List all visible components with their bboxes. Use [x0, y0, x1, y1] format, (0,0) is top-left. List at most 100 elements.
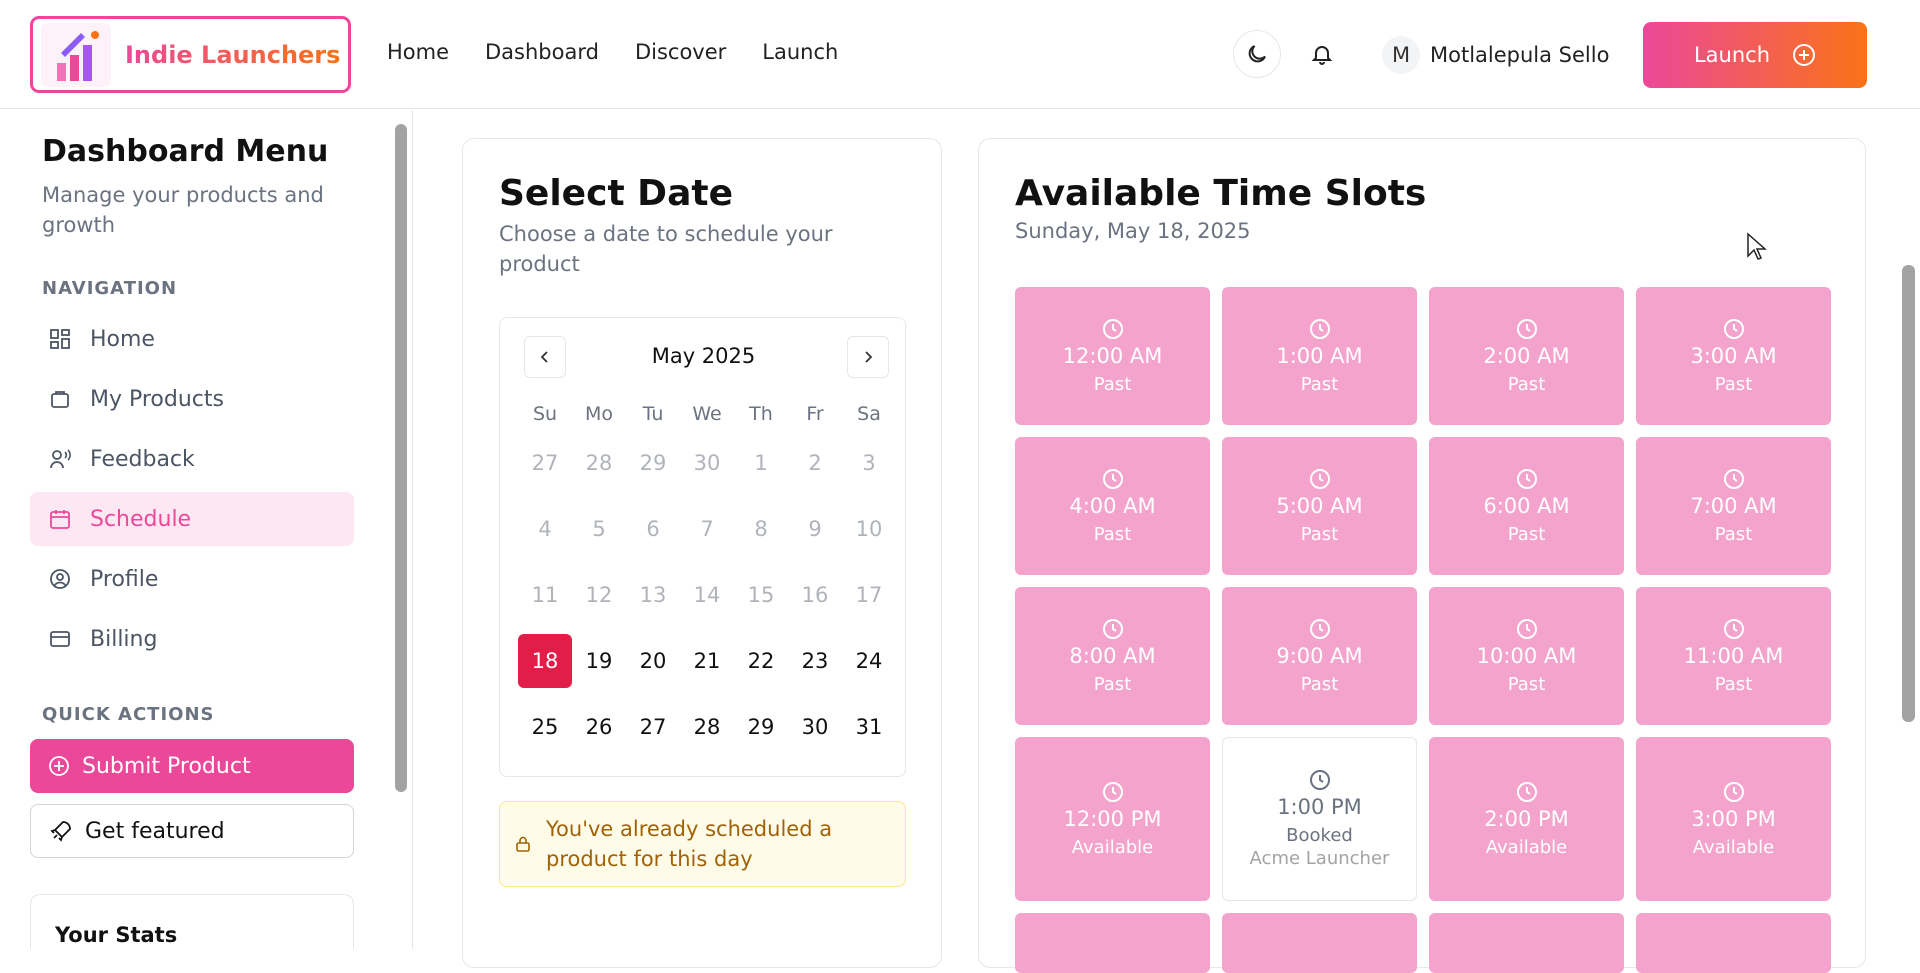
user-name: Motlalepula Sello [1430, 43, 1610, 67]
sidebar-item-label: Home [90, 326, 155, 352]
time-slot[interactable]: 11:00 AM Past [1636, 587, 1831, 725]
top-bar: Indie Launchers Home Dashboard Discover … [0, 0, 1920, 109]
calendar-day[interactable]: 19 [572, 649, 626, 673]
calendar-day[interactable]: 25 [518, 715, 572, 739]
theme-toggle-button[interactable] [1233, 30, 1281, 78]
time-slot[interactable]: 12:00 AM Past [1015, 287, 1210, 425]
calendar-day[interactable]: 27 [626, 715, 680, 739]
get-featured-label: Get featured [85, 818, 225, 844]
time-slot[interactable]: 4:00 AM Past [1015, 437, 1210, 575]
time-slot[interactable]: 3:00 AM Past [1636, 287, 1831, 425]
get-featured-button[interactable]: Get featured [30, 804, 354, 858]
clock-icon [1723, 618, 1744, 639]
calendar-day[interactable]: 29 [734, 715, 788, 739]
sidebar-item-profile[interactable]: Profile [30, 552, 354, 606]
sidebar-item-billing[interactable]: Billing [30, 612, 354, 666]
time-slot[interactable]: 5:00 AM Past [1222, 437, 1417, 575]
brand-logo[interactable]: Indie Launchers [30, 16, 351, 93]
slot-time: 9:00 AM [1276, 643, 1363, 668]
weekday: Tu [642, 403, 664, 425]
launch-button[interactable]: Launch [1643, 22, 1867, 88]
sidebar-item-my-products[interactable]: My Products [30, 372, 354, 426]
time-slot[interactable]: 7:00 AM Past [1636, 437, 1831, 575]
page-scrollbar[interactable] [1902, 265, 1915, 722]
sidebar-item-schedule[interactable]: Schedule [30, 492, 354, 546]
slot-time: 4:00 AM [1069, 493, 1156, 518]
clock-icon [1309, 468, 1330, 489]
nav-home[interactable]: Home [387, 40, 449, 64]
time-slot[interactable] [1636, 913, 1831, 973]
calendar-day: 5 [592, 517, 606, 541]
select-date-subtitle: Choose a date to schedule your product [499, 222, 833, 276]
chevron-right-icon [865, 351, 873, 363]
sidebar-item-label: Billing [90, 626, 158, 652]
calendar-month: May 2025 [651, 344, 756, 368]
nav-launch[interactable]: Launch [762, 40, 838, 64]
time-slots-card: Available Time Slots Sunday, May 18, 202… [978, 138, 1866, 973]
user-voice-icon [48, 447, 72, 471]
calendar-day: 1 [754, 451, 768, 475]
notifications-button[interactable] [1298, 30, 1346, 78]
time-slot-available[interactable]: 12:00 PM Available [1015, 737, 1210, 901]
slot-time: 1:00 AM [1276, 343, 1363, 368]
calendar-day[interactable]: 26 [572, 715, 626, 739]
time-slot-available[interactable]: 2:00 PM Available [1429, 737, 1624, 901]
plus-circle-icon [49, 756, 69, 776]
calendar-day[interactable]: 24 [842, 649, 896, 673]
avatar: M [1382, 36, 1420, 74]
calendar-day[interactable]: 20 [626, 649, 680, 673]
calendar-day: 8 [754, 517, 768, 541]
time-slot[interactable]: 10:00 AM Past [1429, 587, 1624, 725]
calendar-day[interactable]: 22 [734, 649, 788, 673]
calendar: May 2025 Su Mo Tu We Th Fr Sa 27 28 29 3… [499, 317, 906, 777]
calendar-week: 11 12 13 14 15 16 17 [518, 562, 896, 628]
time-slot[interactable]: 2:00 AM Past [1429, 287, 1624, 425]
time-slot[interactable]: 9:00 AM Past [1222, 587, 1417, 725]
calendar-day[interactable]: 31 [842, 715, 896, 739]
time-slot[interactable] [1222, 913, 1417, 973]
submit-product-button[interactable]: Submit Product [30, 739, 354, 793]
sidebar-subtitle: Manage your products and growth [42, 183, 324, 237]
sidebar-item-home[interactable]: Home [30, 312, 354, 366]
calendar-day[interactable]: 28 [680, 715, 734, 739]
select-date-card: Select Date Choose a date to schedule yo… [462, 138, 942, 968]
calendar-day[interactable]: 30 [788, 715, 842, 739]
calendar-grid: Su Mo Tu We Th Fr Sa 27 28 29 30 1 2 3 4… [518, 398, 896, 760]
time-slot[interactable] [1015, 913, 1210, 973]
slot-status: Available [1071, 836, 1154, 858]
nav-dashboard[interactable]: Dashboard [485, 40, 599, 64]
calendar-day: 10 [855, 517, 883, 541]
slot-status: Past [1093, 373, 1132, 395]
slot-time: 7:00 AM [1690, 493, 1777, 518]
main-nav: Home Dashboard Discover Launch [387, 40, 874, 64]
nav-discover[interactable]: Discover [635, 40, 726, 64]
sidebar-item-label: My Products [90, 386, 224, 412]
clock-icon [1516, 781, 1537, 802]
slot-time: 3:00 PM [1691, 806, 1776, 831]
time-slot-available[interactable]: 3:00 PM Available [1636, 737, 1831, 901]
sidebar-title: Dashboard Menu [42, 134, 329, 169]
clock-icon [1102, 468, 1123, 489]
calendar-day[interactable]: 23 [788, 649, 842, 673]
already-scheduled-notice: You've already scheduled a product for t… [499, 801, 906, 887]
calendar-day: 17 [855, 583, 883, 607]
time-slot[interactable] [1429, 913, 1624, 973]
sidebar-item-feedback[interactable]: Feedback [30, 432, 354, 486]
user-menu[interactable]: M Motlalepula Sello [1382, 36, 1609, 74]
sidebar-scrollbar[interactable] [395, 124, 407, 792]
slot-status: Past [1714, 373, 1753, 395]
calendar-week: 25 26 27 28 29 30 31 [518, 694, 896, 760]
credit-card-icon [48, 627, 72, 651]
time-slot[interactable]: 6:00 AM Past [1429, 437, 1624, 575]
bell-icon [1311, 46, 1333, 65]
calendar-icon [48, 507, 72, 531]
brand-name: Indie Launchers [125, 40, 341, 69]
time-slot[interactable]: 1:00 AM Past [1222, 287, 1417, 425]
calendar-day[interactable]: 21 [680, 649, 734, 673]
calendar-day-selected[interactable]: 18 [518, 634, 572, 688]
next-month-button[interactable] [847, 336, 889, 378]
time-slot[interactable]: 8:00 AM Past [1015, 587, 1210, 725]
package-icon [48, 387, 72, 411]
weekday: Fr [806, 403, 824, 425]
moon-icon [1248, 45, 1266, 63]
